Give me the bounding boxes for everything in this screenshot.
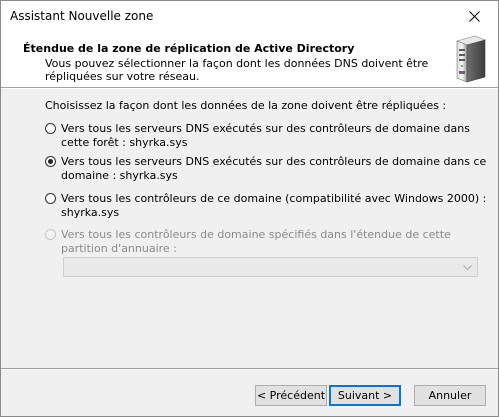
replication-prompt: Choisissez la façon dont les données de … (45, 99, 447, 112)
option-forest-dns[interactable]: Vers tous les serveurs DNS exécutés sur … (45, 122, 485, 152)
option-domain-dns-label[interactable]: Vers tous les serveurs DNS exécutés sur … (61, 155, 491, 183)
radio-forest-dns[interactable] (45, 123, 56, 134)
wizard-window: Assistant Nouvelle zone Étendue de la zo… (0, 0, 499, 417)
close-button[interactable] (452, 1, 498, 32)
radio-domain-dns[interactable] (45, 156, 56, 167)
chevron-down-icon (463, 265, 472, 271)
header-separator (1, 87, 498, 89)
cancel-button[interactable]: Annuler (414, 385, 486, 406)
server-icon (456, 35, 486, 83)
option-directory-partition-label: Vers tous les contrôleurs de domaine spé… (61, 228, 451, 255)
window-title: Assistant Nouvelle zone (10, 9, 154, 23)
footer-separator (1, 368, 498, 370)
title-bar[interactable]: Assistant Nouvelle zone (1, 1, 498, 32)
next-button[interactable]: Suivant > (329, 385, 401, 406)
option-forest-dns-label[interactable]: Vers tous les serveurs DNS exécutés sur … (61, 122, 491, 150)
header-title: Étendue de la zone de réplication de Act… (23, 42, 355, 55)
close-icon (469, 11, 480, 22)
radio-directory-partition (45, 229, 56, 240)
option-domain-controllers[interactable]: Vers tous les contrôleurs de ce domaine … (45, 192, 486, 222)
wizard-header: Étendue de la zone de réplication de Act… (1, 32, 498, 87)
option-domain-controllers-label[interactable]: Vers tous les contrôleurs de ce domaine … (61, 192, 491, 220)
option-directory-partition: Vers tous les contrôleurs de domaine spé… (45, 228, 485, 258)
header-subtitle: Vous pouvez sélectionner la façon dont l… (45, 57, 429, 83)
option-domain-dns[interactable]: Vers tous les serveurs DNS exécutés sur … (45, 155, 486, 185)
partition-combobox (63, 257, 478, 277)
back-button[interactable]: < Précédent (255, 385, 327, 406)
radio-domain-controllers[interactable] (45, 193, 56, 204)
